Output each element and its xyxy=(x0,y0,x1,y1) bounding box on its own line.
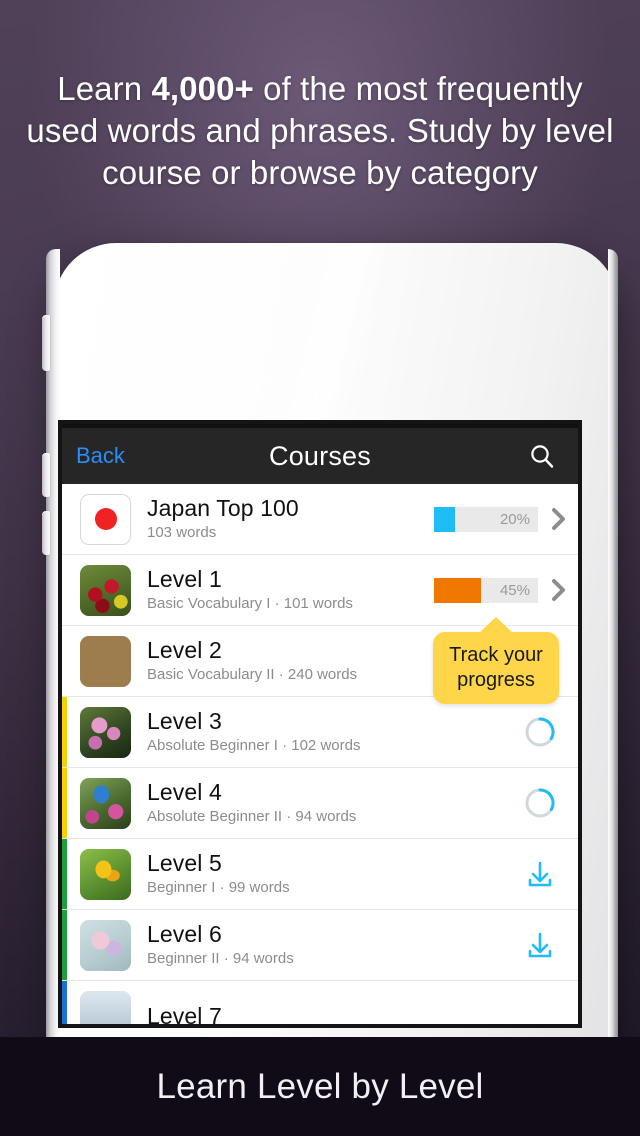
course-accessory xyxy=(512,786,578,820)
course-text: Level 5 Beginner I · 99 words xyxy=(131,850,512,898)
back-button[interactable]: Back xyxy=(76,443,186,469)
course-thumbnail xyxy=(80,706,131,758)
screen-title: Courses xyxy=(269,440,371,471)
course-thumbnail xyxy=(80,990,131,1024)
progress-ring-icon xyxy=(525,788,555,818)
course-row[interactable]: Level 1 Basic Vocabulary I · 101 words 45% xyxy=(62,555,578,626)
course-row[interactable]: Japan Top 100 103 words 20% xyxy=(62,484,578,555)
headline-line2: used words and phrases. Study by level xyxy=(26,112,614,149)
navigation-bar: Back Courses xyxy=(62,424,578,484)
course-title: Level 3 xyxy=(147,708,222,734)
course-level-strip xyxy=(62,981,67,1024)
course-title: Level 7 xyxy=(147,1002,222,1025)
course-accessory: 20% xyxy=(434,506,578,532)
course-title: Level 6 xyxy=(147,921,222,947)
course-text: Level 7 xyxy=(131,1003,518,1025)
course-title: Level 4 xyxy=(147,779,222,805)
course-level-strip xyxy=(62,839,67,909)
search-button[interactable] xyxy=(454,443,564,470)
thumbnail-art xyxy=(80,706,131,758)
chevron-right-icon[interactable] xyxy=(550,506,568,532)
progress-bar: 20% xyxy=(434,506,538,532)
course-thumbnail xyxy=(80,635,131,687)
download-icon xyxy=(528,932,552,958)
tooltip-line1: Track your xyxy=(449,644,543,666)
course-thumbnail xyxy=(80,777,131,829)
course-subtitle: Beginner II · 94 words xyxy=(147,950,294,967)
download-progress-ring[interactable] xyxy=(512,715,568,749)
course-text: Japan Top 100 103 words xyxy=(131,495,434,543)
download-progress-ring[interactable] xyxy=(512,786,568,820)
course-title: Japan Top 100 xyxy=(147,495,299,521)
headline-line1-pre: Learn xyxy=(57,70,152,107)
course-text: Level 4 Absolute Beginner II · 94 words xyxy=(131,779,512,827)
course-row[interactable]: Level 4 Absolute Beginner II · 94 words xyxy=(62,768,578,839)
thumbnail-art xyxy=(80,990,131,1024)
download-button[interactable] xyxy=(512,858,568,890)
tooltip-line2: progress xyxy=(457,669,535,691)
course-thumbnail xyxy=(80,919,131,971)
thumbnail-art xyxy=(80,848,131,900)
course-subtitle: Beginner I · 99 words xyxy=(147,879,290,896)
course-accessory xyxy=(512,929,578,961)
progress-percent-label: 20% xyxy=(499,510,530,528)
progress-percent-label: 45% xyxy=(499,581,530,599)
download-button[interactable] xyxy=(512,929,568,961)
course-row[interactable]: Level 7 xyxy=(62,981,578,1024)
course-accessory xyxy=(512,858,578,890)
course-subtitle: Basic Vocabulary I · 101 words xyxy=(147,595,353,612)
course-text: Level 6 Beginner II · 94 words xyxy=(131,921,512,969)
chevron-right-icon[interactable] xyxy=(550,577,568,603)
course-level-strip xyxy=(62,910,67,980)
search-icon xyxy=(531,444,554,468)
course-subtitle: Absolute Beginner II · 94 words xyxy=(147,808,357,825)
course-accessory: 45% xyxy=(434,577,578,603)
progress-bar-fill xyxy=(434,506,455,532)
thumbnail-art xyxy=(80,777,131,829)
course-thumbnail xyxy=(80,848,131,900)
course-accessory xyxy=(512,715,578,749)
course-text: Level 1 Basic Vocabulary I · 101 words xyxy=(131,566,434,614)
headline-line3: course or browse by category xyxy=(102,154,538,191)
progress-bar-fill xyxy=(434,577,481,603)
course-thumbnail xyxy=(80,564,131,616)
course-row[interactable]: Level 5 Beginner I · 99 words xyxy=(62,839,578,910)
progress-ring-icon xyxy=(525,717,555,747)
silent-switch[interactable] xyxy=(42,315,50,371)
course-level-strip xyxy=(62,768,67,838)
phone-screen: Back Courses Japan Top 100 103 words 20% Le… xyxy=(62,424,578,1024)
course-subtitle: 103 words xyxy=(147,524,217,541)
headline-line1-post: of the most frequently xyxy=(253,70,583,107)
course-level-strip xyxy=(62,697,67,767)
phone-right-edge xyxy=(608,249,618,1055)
tooltip-arrow-icon xyxy=(479,617,513,633)
footer-caption: Learn Level by Level xyxy=(156,1066,484,1106)
course-title: Level 5 xyxy=(147,850,222,876)
headline-count: 4,000+ xyxy=(151,70,254,107)
page-title: Learn 4,000+ of the most frequently used… xyxy=(0,68,640,194)
tooltip-track-your-progress: Track your progress xyxy=(433,617,559,704)
course-row[interactable]: Level 3 Absolute Beginner I · 102 words xyxy=(62,697,578,768)
phone-mockup: Back Courses Japan Top 100 103 words 20% Le… xyxy=(22,243,618,1063)
progress-bar: 45% xyxy=(434,577,538,603)
course-subtitle: Absolute Beginner I · 102 words xyxy=(147,737,361,754)
course-list[interactable]: Japan Top 100 103 words 20% Level 1 Basic Vo… xyxy=(62,484,578,1024)
footer-caption-bar: Learn Level by Level xyxy=(0,1037,640,1136)
thumbnail-art xyxy=(80,635,131,687)
flag-circle-icon xyxy=(94,508,117,530)
thumbnail-art xyxy=(80,919,131,971)
japan-flag-icon xyxy=(80,493,131,545)
volume-up-button[interactable] xyxy=(42,453,50,497)
thumbnail-art xyxy=(80,564,131,616)
course-title: Level 1 xyxy=(147,566,222,592)
course-row[interactable]: Level 6 Beginner II · 94 words xyxy=(62,910,578,981)
download-icon xyxy=(528,861,552,887)
course-text: Level 3 Absolute Beginner I · 102 words xyxy=(131,708,512,756)
volume-down-button[interactable] xyxy=(42,511,50,555)
